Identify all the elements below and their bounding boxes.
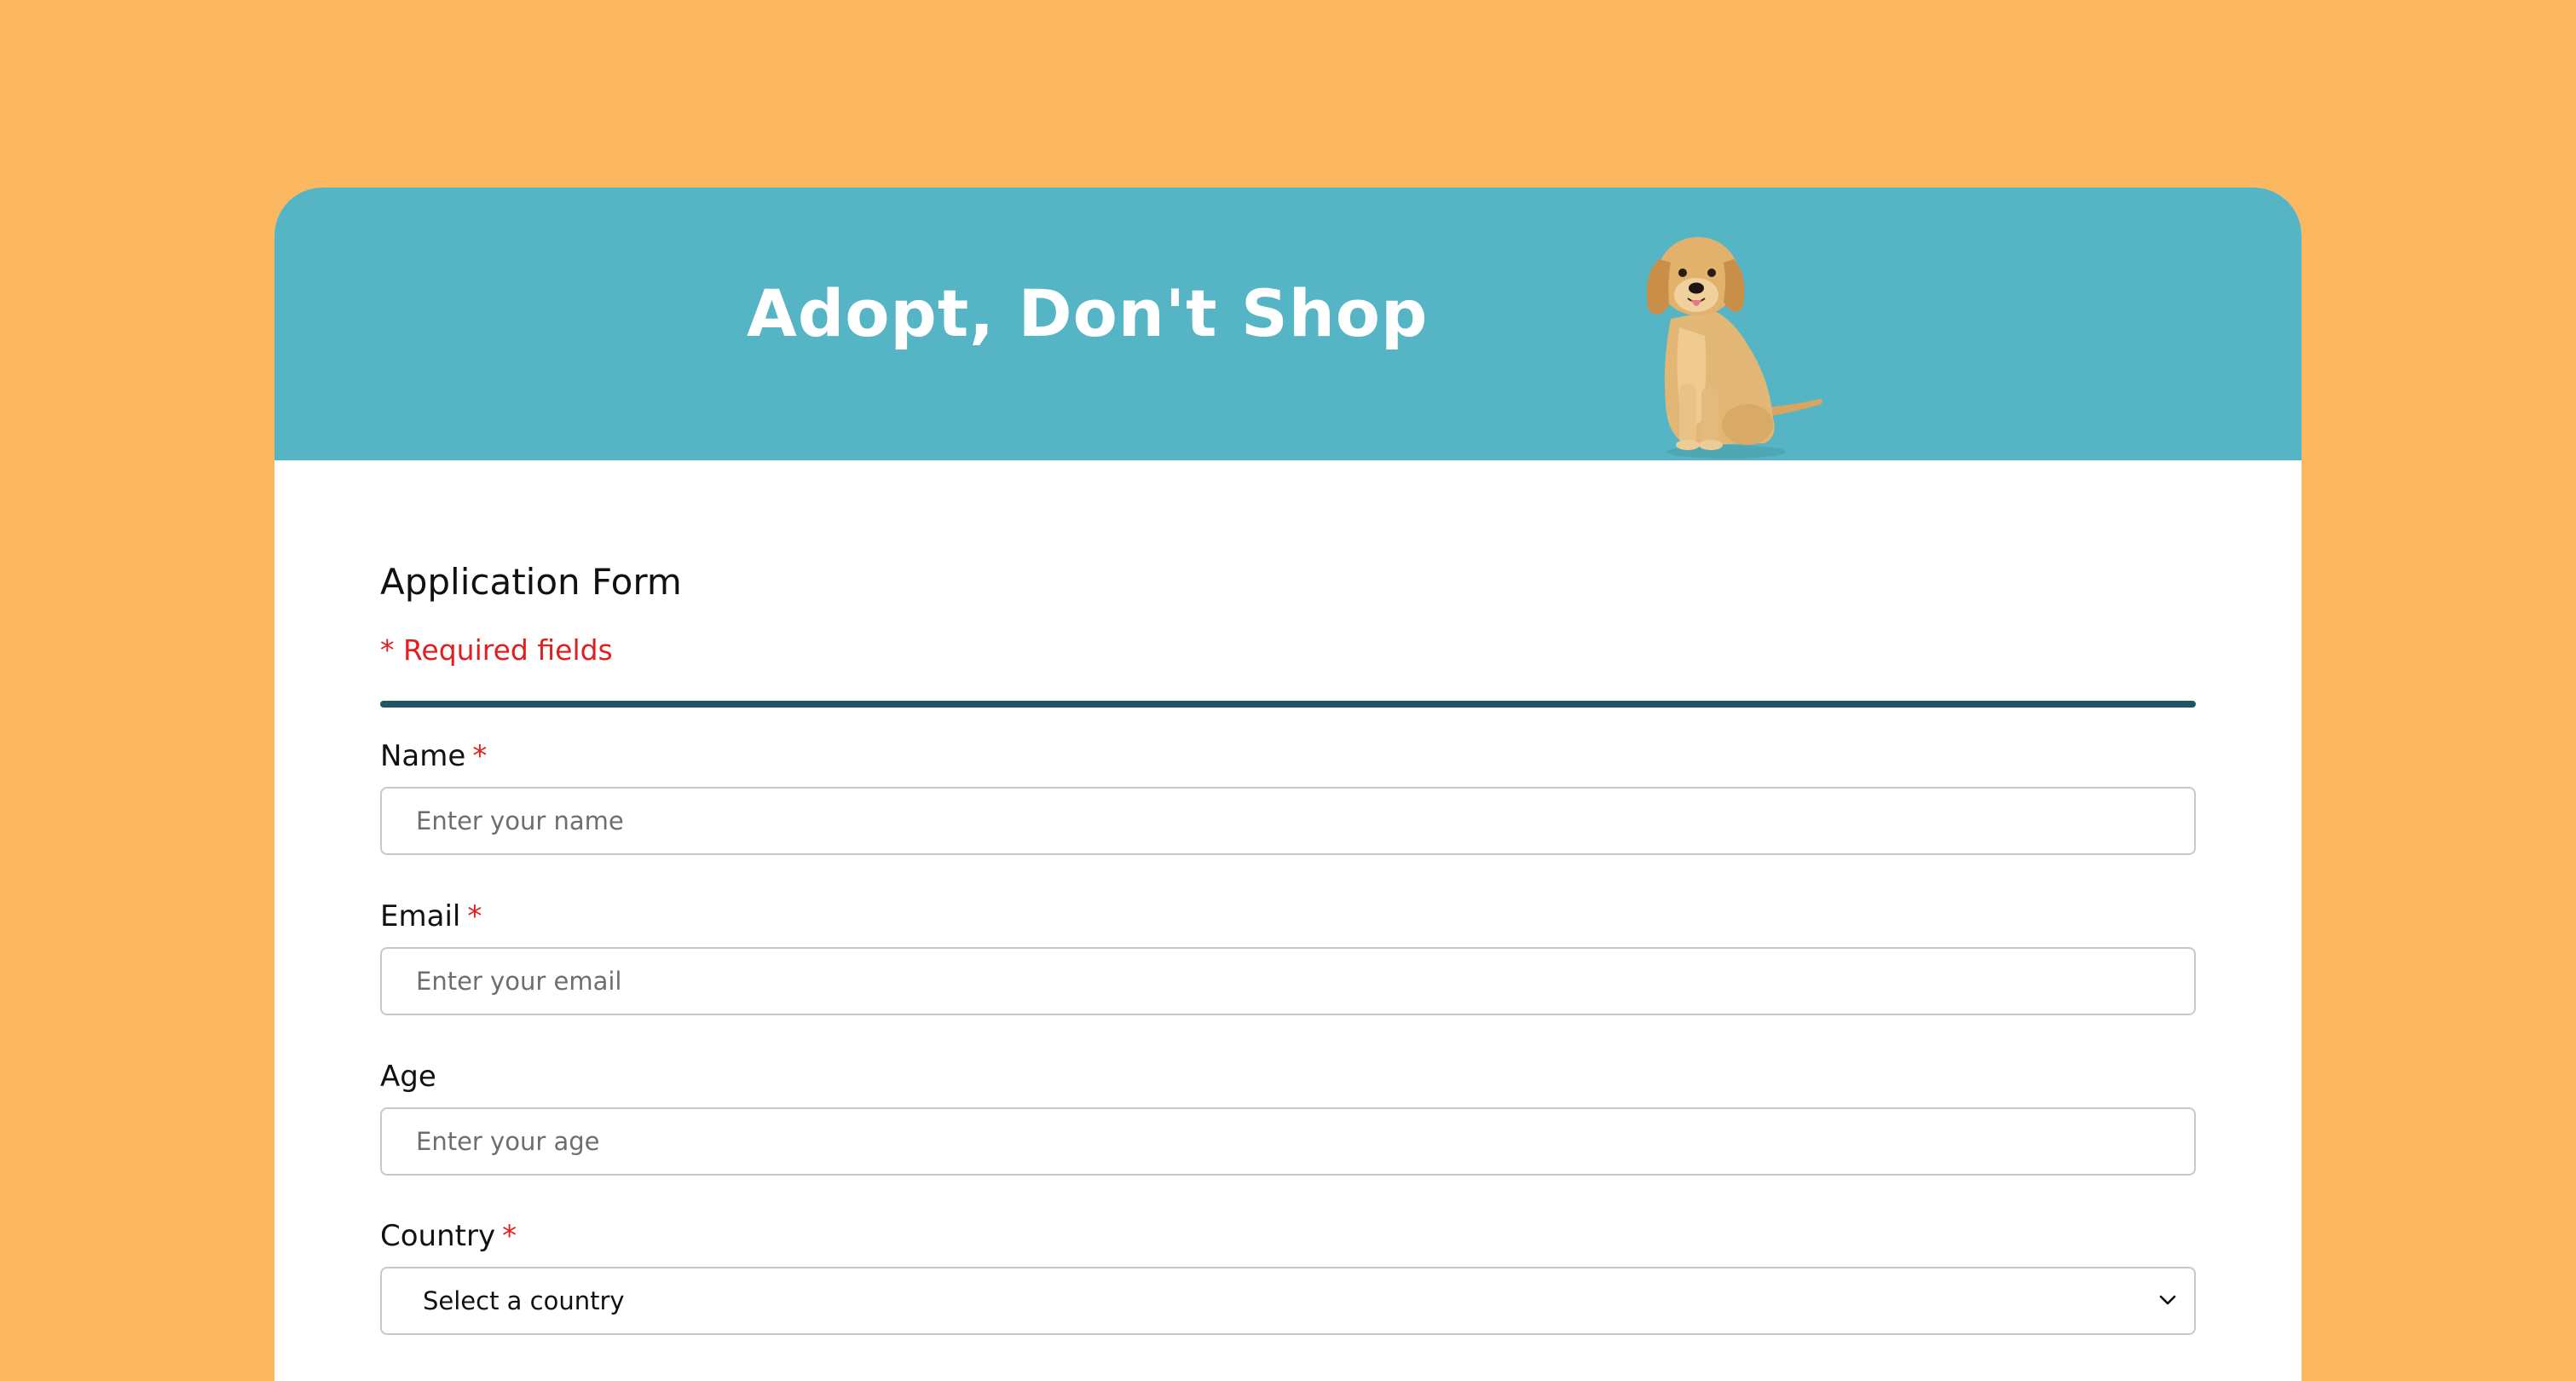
required-asterisk: * <box>502 1219 517 1253</box>
age-label: Age <box>380 1062 436 1091</box>
chevron-down-icon <box>2159 1295 2176 1305</box>
required-asterisk: * <box>467 899 482 933</box>
required-fields-note: * Required fields <box>380 633 613 667</box>
age-input[interactable] <box>380 1107 2196 1176</box>
name-label-text: Name <box>380 739 466 773</box>
page-title: Adopt, Don't Shop <box>747 275 1429 351</box>
country-label: Country * <box>380 1222 517 1251</box>
name-input[interactable] <box>380 787 2196 855</box>
form-title: Application Form <box>380 561 682 603</box>
puppy-image <box>1646 237 1822 459</box>
email-label-text: Email <box>380 899 461 933</box>
age-label-text: Age <box>380 1060 436 1094</box>
header-banner: Adopt, Don't Shop <box>274 188 2302 460</box>
required-asterisk: * <box>472 739 488 773</box>
email-input[interactable] <box>380 947 2196 1015</box>
adoption-card: Adopt, Don't Shop Application Form * Req… <box>274 188 2302 1381</box>
form-divider <box>380 701 2196 708</box>
email-label: Email * <box>380 902 482 931</box>
name-label: Name * <box>380 742 487 771</box>
country-select-value: Select a country <box>423 1286 625 1315</box>
country-select[interactable]: Select a country <box>380 1267 2196 1335</box>
country-label-text: Country <box>380 1219 496 1253</box>
